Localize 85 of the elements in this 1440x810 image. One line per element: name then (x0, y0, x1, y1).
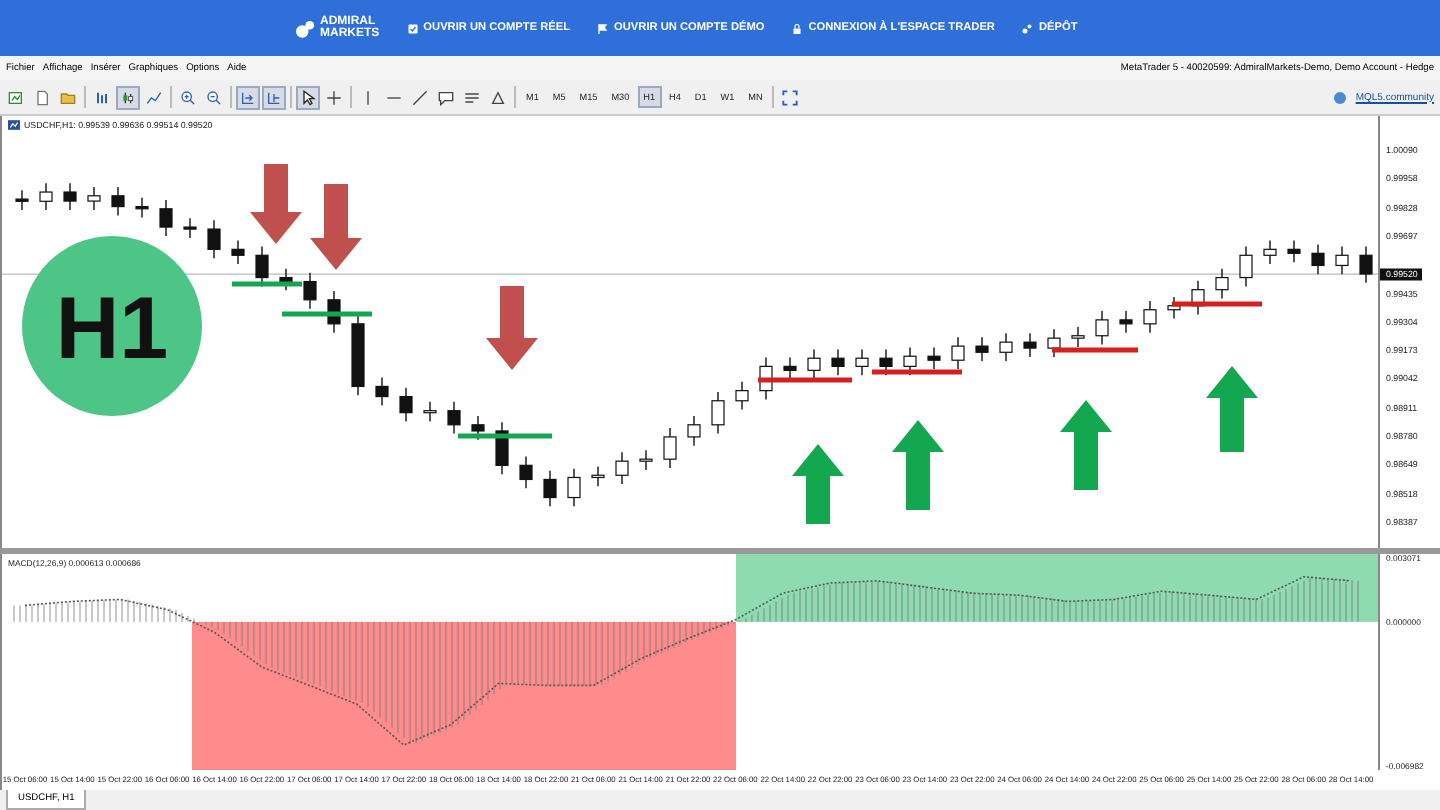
down-arrow (486, 286, 538, 370)
resistance-line (872, 369, 962, 375)
candlestick (183, 217, 197, 239)
candlestick (1215, 268, 1229, 300)
up-arrow (892, 420, 944, 510)
candlestick (375, 376, 389, 407)
candlestick (159, 199, 173, 237)
candlestick (951, 336, 965, 370)
candlestick (39, 182, 53, 211)
candlestick (663, 427, 677, 469)
candlestick (1047, 328, 1061, 358)
down-arrow (310, 184, 362, 270)
candlestick (1023, 332, 1037, 358)
candlestick (735, 381, 749, 411)
support-line (458, 433, 552, 439)
shapes-icon[interactable] (488, 87, 508, 107)
candlestick (1119, 310, 1133, 334)
candlestick (543, 469, 557, 508)
candlestick (1239, 245, 1253, 288)
down-arrow (250, 164, 302, 244)
candlestick (519, 455, 533, 489)
up-arrow (1060, 400, 1112, 490)
candlestick (135, 197, 149, 219)
candlestick (87, 186, 101, 211)
candlestick (567, 467, 581, 508)
candlestick (399, 387, 413, 423)
cursor-icon[interactable] (298, 87, 318, 107)
candlestick (855, 348, 869, 376)
timeframe-badge: H1 (22, 236, 202, 416)
candlestick (231, 239, 245, 265)
candlestick (303, 272, 317, 310)
candlestick (1143, 300, 1157, 334)
candlestick (687, 415, 701, 447)
up-arrow (792, 444, 844, 524)
coins-icon (1022, 23, 1033, 33)
zoom-out-icon[interactable] (204, 87, 224, 107)
bar-chart-icon[interactable] (92, 87, 112, 107)
candlestick (591, 465, 605, 487)
candlestick (447, 401, 461, 435)
candlestick (1335, 245, 1349, 275)
candles-icon[interactable] (118, 87, 138, 107)
candlestick (1071, 326, 1085, 348)
candlestick (927, 346, 941, 370)
support-line (282, 311, 372, 317)
candlestick (711, 391, 725, 435)
chart-shift-icon[interactable] (264, 87, 284, 107)
flag-icon (598, 23, 609, 33)
resistance-line (1172, 301, 1262, 307)
channel-icon[interactable] (462, 87, 482, 107)
candlestick (15, 189, 29, 211)
candlestick (207, 219, 221, 259)
candlestick (63, 182, 77, 211)
zoom-in-icon[interactable] (178, 87, 198, 107)
crosshair-icon[interactable] (324, 87, 344, 107)
speech-bubble-icon[interactable] (436, 87, 456, 107)
support-line (232, 281, 302, 287)
candlestick (1287, 239, 1301, 263)
lock-icon (792, 23, 803, 33)
candlestick (831, 348, 845, 376)
candlestick (1095, 310, 1109, 346)
line-chart-icon[interactable] (144, 87, 164, 107)
new-chart-icon[interactable] (6, 87, 26, 107)
candlestick (999, 332, 1013, 362)
fullscreen-icon[interactable] (780, 87, 801, 107)
up-arrow (1206, 366, 1258, 452)
candlestick (1359, 245, 1373, 284)
logo-icon (296, 19, 316, 37)
folder-icon[interactable] (58, 87, 78, 107)
candlestick (1263, 239, 1277, 265)
candlestick (1311, 243, 1325, 275)
checkbox-icon (407, 23, 418, 33)
trendline-icon[interactable] (410, 87, 430, 107)
candlestick (615, 451, 629, 485)
resistance-line (758, 377, 852, 383)
resistance-line (1052, 347, 1138, 353)
candlestick (783, 356, 797, 380)
candlestick (111, 186, 125, 217)
candlestick (423, 401, 437, 423)
candlestick (807, 348, 821, 380)
candlestick (255, 245, 269, 288)
autoscroll-icon[interactable] (238, 87, 258, 107)
candlestick (639, 449, 653, 471)
community-icon (1329, 87, 1350, 107)
document-icon[interactable] (32, 87, 52, 107)
candlestick (975, 336, 989, 362)
